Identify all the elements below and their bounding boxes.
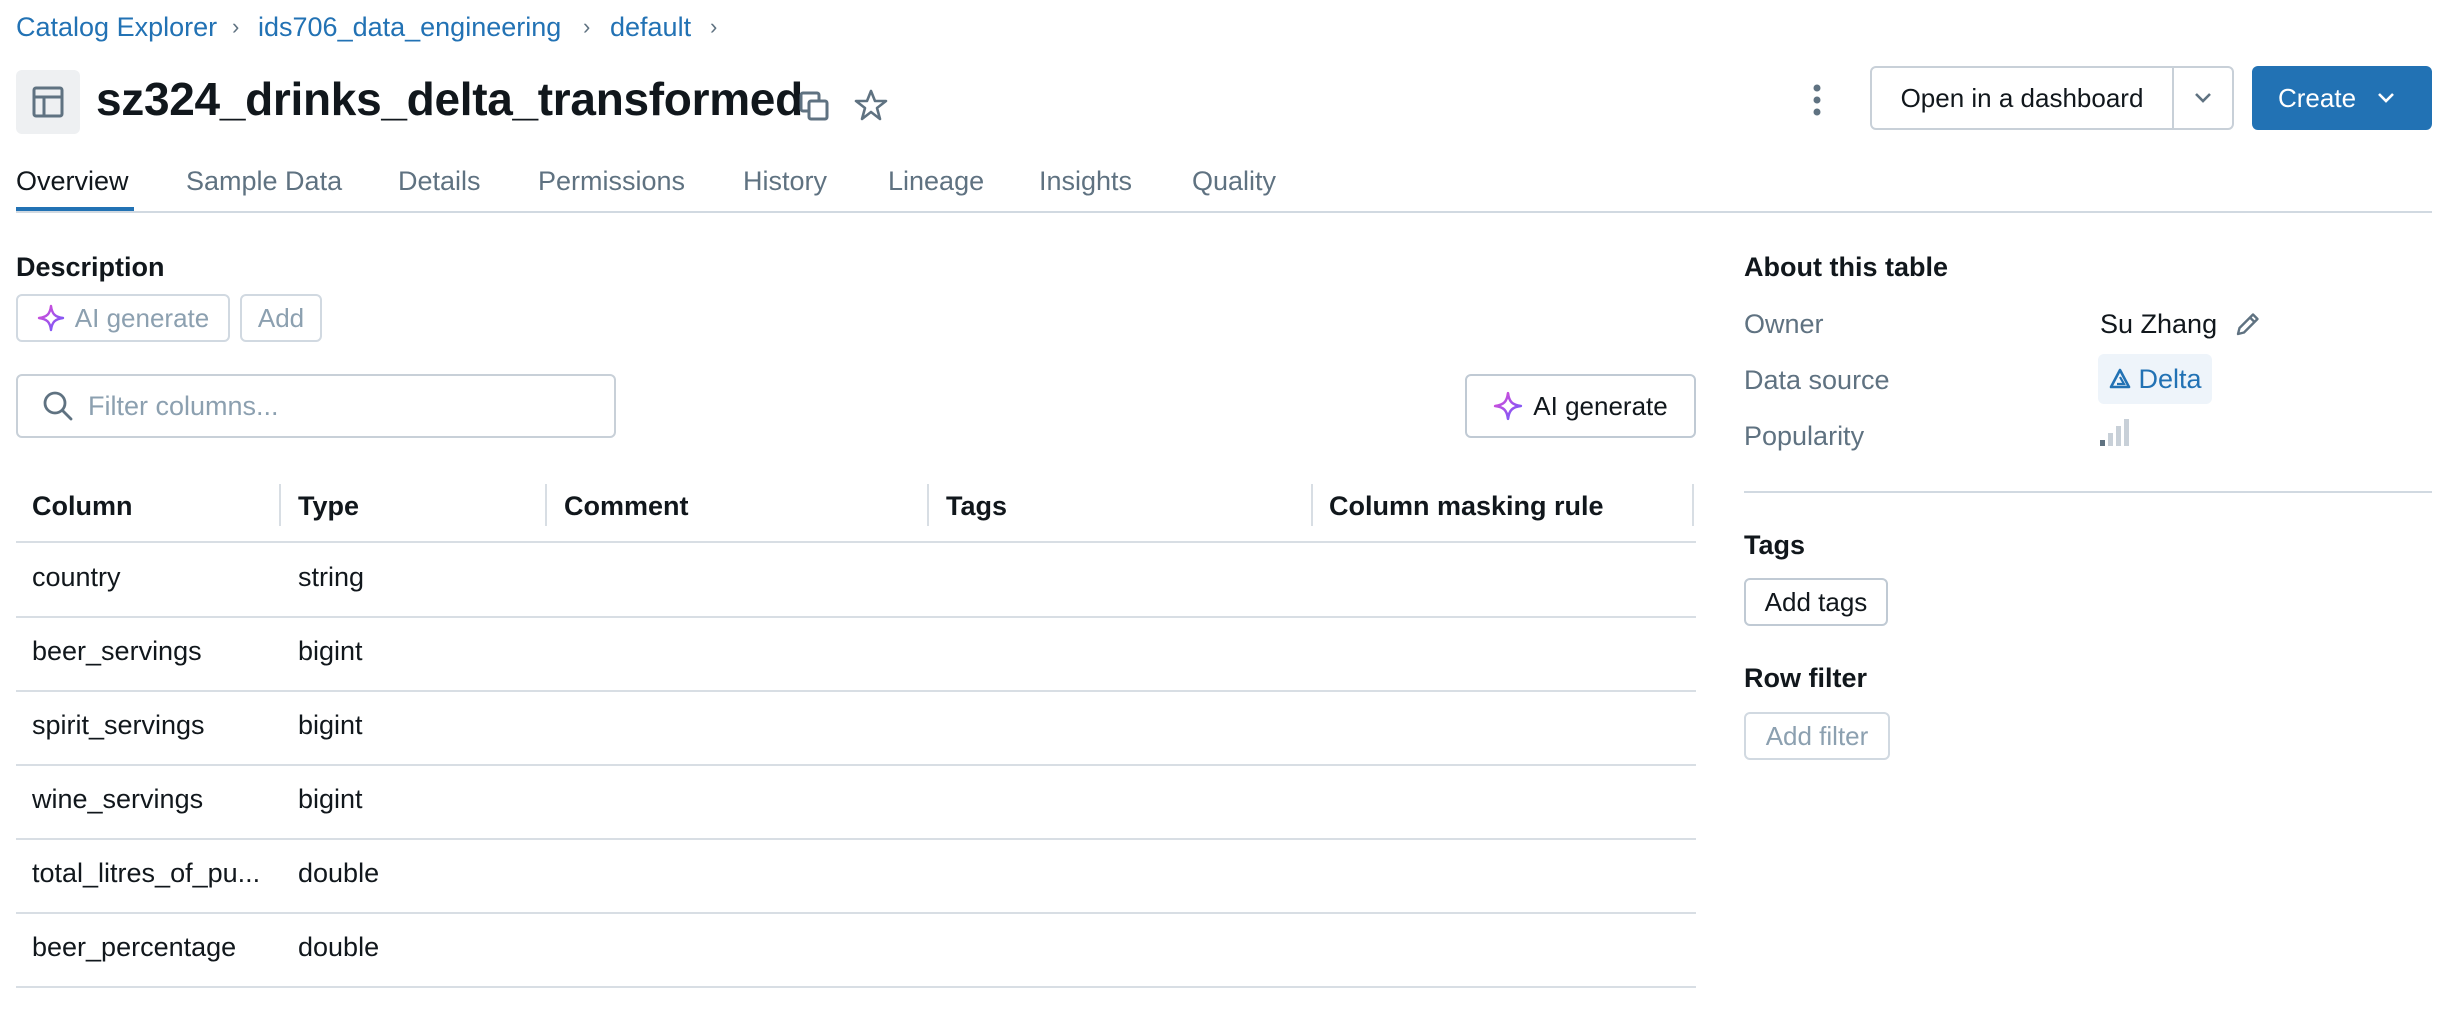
column-header-masking-rule[interactable]: Column masking rule: [1329, 491, 1604, 522]
breadcrumb-schema[interactable]: default: [610, 12, 691, 43]
data-source-chip[interactable]: Delta: [2098, 354, 2212, 404]
popularity-bar: [2116, 426, 2121, 446]
chevron-down-icon: [2195, 93, 2211, 103]
table-icon: [16, 70, 80, 134]
about-divider: [1744, 491, 2432, 493]
column-resize-handle[interactable]: [927, 484, 929, 526]
owner-label: Owner: [1744, 309, 1824, 339]
breadcrumb-separator-icon: ›: [710, 14, 718, 39]
filter-columns-input[interactable]: [88, 390, 568, 422]
data-source-value: Delta: [2138, 363, 2202, 394]
open-dashboard-dropdown-button[interactable]: [2172, 66, 2234, 130]
row-divider: [16, 986, 1696, 988]
column-header-type[interactable]: Type: [298, 491, 359, 522]
open-in-dashboard-label: Open in a dashboard: [1900, 82, 2144, 113]
add-tags-button[interactable]: Add tags: [1744, 578, 1888, 626]
breadcrumb-separator-icon: ›: [232, 14, 240, 39]
filter-columns-search[interactable]: [16, 374, 616, 438]
breadcrumb-catalog[interactable]: ids706_data_engineering: [258, 12, 561, 43]
tab-details[interactable]: Details: [398, 166, 481, 197]
popularity-bar: [2124, 419, 2129, 446]
header-divider: [16, 541, 1696, 543]
cell-column-type: bigint: [298, 710, 363, 740]
description-ai-generate-label: AI generate: [74, 302, 210, 333]
cell-column-type: string: [298, 562, 365, 592]
create-label: Create: [2278, 82, 2357, 113]
sparkle-icon: [1494, 391, 1523, 421]
row-divider: [16, 690, 1696, 692]
add-tags-label: Add tags: [1764, 586, 1868, 617]
row-divider: [16, 616, 1696, 618]
tab-history[interactable]: History: [743, 166, 827, 197]
data-source-label: Data source: [1744, 365, 1890, 395]
popularity-bar: [2108, 433, 2113, 446]
breadcrumb-catalog-explorer[interactable]: Catalog Explorer: [16, 12, 217, 43]
row-divider: [16, 838, 1696, 840]
page-title: sz324_drinks_delta_transformed: [96, 73, 803, 125]
tab-overview[interactable]: Overview: [16, 166, 129, 197]
cell-column-type: double: [298, 932, 380, 962]
copy-icon[interactable]: [796, 88, 832, 124]
tabs-divider: [16, 211, 2432, 213]
tab-permissions[interactable]: Permissions: [538, 166, 685, 197]
popularity-label: Popularity: [1744, 421, 1865, 451]
cell-column-name: spirit_servings: [32, 710, 205, 740]
delta-logo-icon: [2110, 368, 2131, 389]
tab-quality[interactable]: Quality: [1192, 166, 1276, 197]
star-icon[interactable]: [852, 86, 890, 124]
tab-lineage[interactable]: Lineage: [888, 166, 984, 197]
description-ai-generate-button[interactable]: AI generate: [16, 294, 230, 342]
description-add-button[interactable]: Add: [240, 294, 322, 342]
sparkle-icon: [37, 304, 64, 332]
column-resize-handle[interactable]: [545, 484, 547, 526]
kebab-menu-icon[interactable]: [1800, 78, 1834, 122]
active-tab-indicator: [16, 207, 134, 211]
cell-column-name: total_litres_of_pu...: [32, 858, 261, 888]
chevron-down-icon: [2378, 93, 2394, 103]
row-filter-title: Row filter: [1744, 663, 1868, 693]
tags-title: Tags: [1744, 530, 1806, 560]
open-in-dashboard-button[interactable]: Open in a dashboard: [1870, 66, 2174, 130]
columns-ai-generate-label: AI generate: [1533, 390, 1668, 421]
create-button[interactable]: Create: [2252, 66, 2432, 130]
column-header-comment[interactable]: Comment: [564, 491, 689, 522]
description-add-label: Add: [257, 302, 305, 333]
column-header-tags[interactable]: Tags: [946, 491, 1007, 522]
tab-insights[interactable]: Insights: [1039, 166, 1132, 197]
column-resize-handle[interactable]: [279, 484, 281, 526]
cell-column-name: wine_servings: [32, 784, 204, 814]
cell-column-type: bigint: [298, 784, 363, 814]
add-filter-button[interactable]: Add filter: [1744, 712, 1890, 760]
signal-bars-icon: [2098, 418, 2132, 453]
breadcrumb-separator-icon: ›: [583, 14, 591, 39]
cell-column-name: beer_servings: [32, 636, 202, 666]
cell-column-name: beer_percentage: [32, 932, 237, 962]
add-filter-label: Add filter: [1765, 720, 1869, 751]
cell-column-type: double: [298, 858, 380, 888]
search-icon: [43, 391, 73, 421]
column-header-column[interactable]: Column: [32, 491, 133, 522]
column-resize-handle[interactable]: [1311, 484, 1313, 526]
popularity-bar: [2100, 440, 2105, 446]
column-resize-handle[interactable]: [1692, 484, 1694, 526]
tab-sample-data[interactable]: Sample Data: [186, 166, 342, 197]
description-label: Description: [16, 252, 165, 282]
about-table-title: About this table: [1744, 252, 1948, 282]
pencil-icon[interactable]: [2230, 306, 2266, 342]
columns-ai-generate-button[interactable]: AI generate: [1465, 374, 1696, 438]
row-divider: [16, 764, 1696, 766]
cell-column-type: bigint: [298, 636, 363, 666]
owner-value: Su Zhang: [2100, 309, 2218, 339]
row-divider: [16, 912, 1696, 914]
cell-column-name: country: [32, 562, 121, 592]
